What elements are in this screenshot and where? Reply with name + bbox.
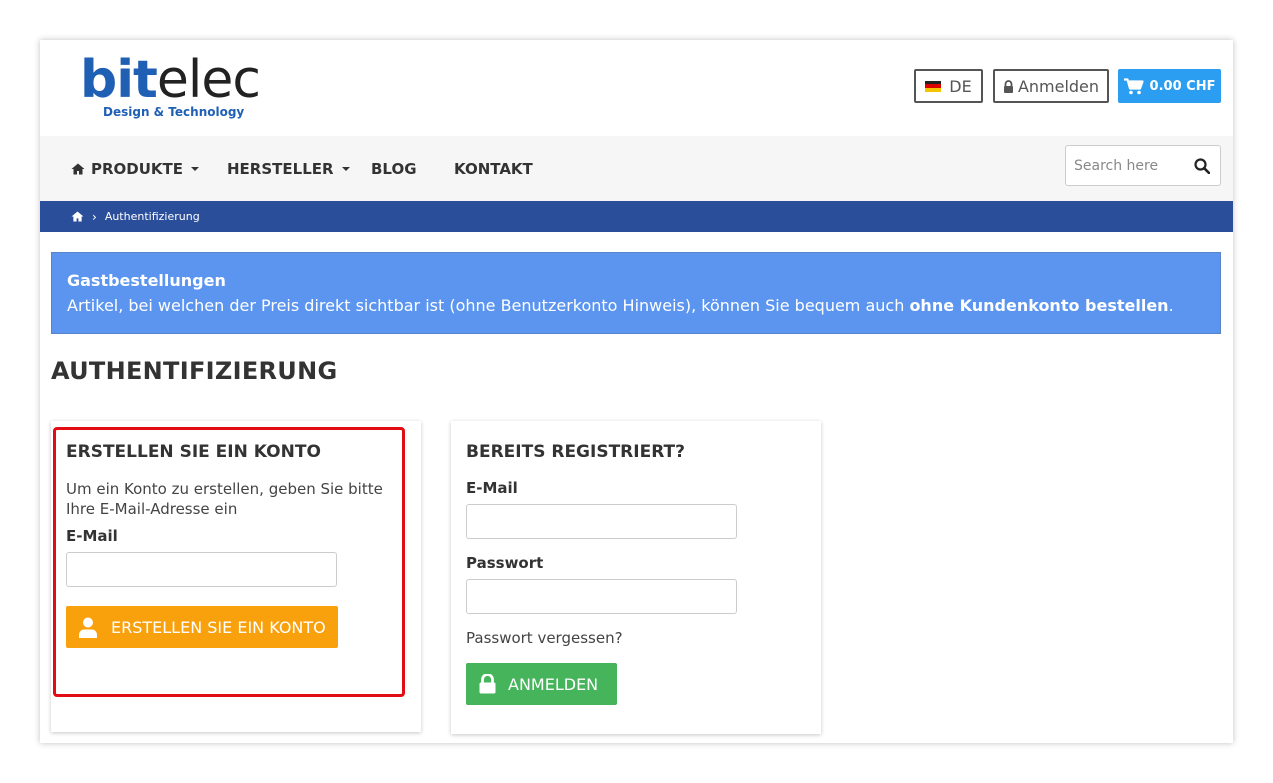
nav-label-blog: BLOG [371, 160, 417, 178]
login-panel: BEREITS REGISTRIERT? E-Mail Passwort Pas… [451, 421, 821, 734]
logo-bit: bit [80, 50, 158, 110]
home-icon[interactable] [71, 211, 84, 222]
nav-item-hersteller[interactable]: HERSTELLER [227, 160, 350, 178]
login-email-label: E-Mail [466, 479, 518, 497]
breadcrumb-current: Authentifizierung [104, 210, 200, 223]
site-header: bitelec Design & Technology DE Anmelden [40, 40, 1233, 136]
login-button-label: ANMELDEN [508, 674, 599, 694]
logo-wordmark: bitelec [80, 50, 261, 110]
nav-item-kontakt[interactable]: KONTAKT [454, 160, 533, 178]
logo-tagline: Design & Technology [103, 105, 245, 119]
nav-label-kontakt: KONTAKT [454, 160, 533, 178]
home-icon [71, 163, 85, 175]
notice-text-bold: ohne Kundenkonto bestellen [909, 296, 1169, 315]
login-title: BEREITS REGISTRIERT? [466, 442, 685, 462]
notice-title: Gastbestellungen [67, 271, 226, 290]
nav-item-produkte[interactable]: PRODUKTE [71, 160, 200, 178]
shopping-cart-icon [1123, 77, 1144, 94]
lock-icon [1003, 79, 1013, 93]
header-login-button[interactable]: Anmelden [993, 69, 1109, 103]
login-email-field[interactable] [466, 504, 737, 539]
login-button[interactable]: ANMELDEN [466, 663, 617, 705]
guest-order-notice: Gastbestellungen Artikel, bei welchen de… [51, 252, 1221, 334]
breadcrumb: › Authentifizierung [40, 201, 1233, 232]
notice-text-end: . [1168, 296, 1174, 315]
lock-icon [479, 674, 496, 694]
chevron-down-icon [191, 167, 200, 171]
forgot-password-link[interactable]: Passwort vergessen? [466, 629, 623, 647]
create-account-highlight [53, 427, 405, 697]
language-label: DE [949, 76, 972, 96]
notice-text-start: Artikel, bei welchen der Preis direkt si… [67, 296, 910, 315]
header-login-label: Anmelden [1017, 76, 1100, 96]
breadcrumb-separator-icon: › [92, 209, 97, 224]
logo-elec: elec [156, 50, 261, 110]
password-field[interactable] [466, 579, 737, 614]
cart-total: 0.00 CHF [1149, 78, 1216, 94]
notice-text: Artikel, bei welchen der Preis direkt si… [67, 295, 1205, 317]
page-title: AUTHENTIFIZIERUNG [51, 357, 338, 385]
site-logo[interactable]: bitelec Design & Technology [80, 50, 261, 122]
search-input[interactable] [1066, 146, 1192, 185]
nav-item-blog[interactable]: BLOG [371, 160, 417, 178]
german-flag-icon [925, 80, 942, 92]
search-icon[interactable] [1194, 158, 1210, 174]
nav-label-produkte: PRODUKTE [91, 160, 184, 178]
nav-label-hersteller: HERSTELLER [227, 160, 334, 178]
language-selector[interactable]: DE [914, 69, 983, 103]
cart-button[interactable]: 0.00 CHF [1118, 69, 1221, 103]
password-label: Passwort [466, 554, 544, 572]
chevron-down-icon [341, 167, 350, 171]
search-box [1065, 145, 1221, 186]
page: bitelec Design & Technology DE Anmelden [40, 40, 1233, 743]
main-navigation: PRODUKTE HERSTELLER BLOG KONTAKT [40, 136, 1233, 201]
